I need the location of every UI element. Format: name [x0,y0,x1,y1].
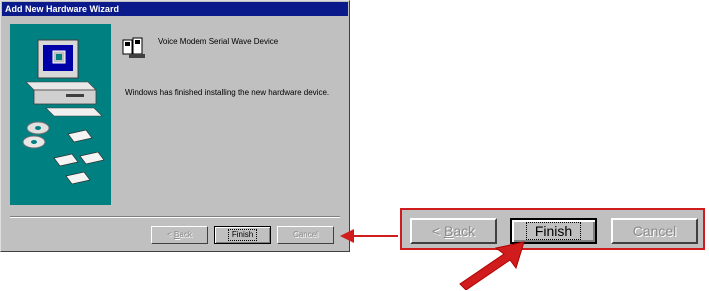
finish-label: Finish [227,229,258,241]
wizard-illustration-panel [10,24,111,205]
cancel-button[interactable]: Cancel [277,226,334,244]
zoom-cancel-label: Cancel [632,223,677,239]
zoom-cancel-button: Cancel [611,218,698,244]
separator-line [10,216,340,218]
zoom-back-rest: ack [453,223,476,239]
zoom-back-accel: B [443,223,454,239]
finish-button[interactable]: Finish [214,226,271,244]
window-title: Add New Hardware Wizard [5,4,119,14]
pointer-arrow-icon [459,241,525,290]
zoom-finish-label: Finish [525,222,582,240]
callout-arrow-icon [340,229,398,243]
back-button[interactable]: < Back [151,226,208,244]
back-prefix: < [167,230,175,239]
title-bar: Add New Hardware Wizard [2,2,348,16]
modem-device-icon [121,36,151,65]
finished-message: Windows has finished installing the new … [125,88,330,97]
wizard-dialog: Add New Hardware Wizard Voice Modem Seri… [0,0,350,252]
zoom-back-prefix: < [431,223,444,239]
back-rest: ack [179,230,192,239]
zoomed-button-strip: < Back Finish Cancel [400,208,705,250]
computer-cds-illustration [22,39,105,185]
device-name: Voice Modem Serial Wave Device [158,37,279,46]
cancel-label: Cancel [293,230,318,239]
